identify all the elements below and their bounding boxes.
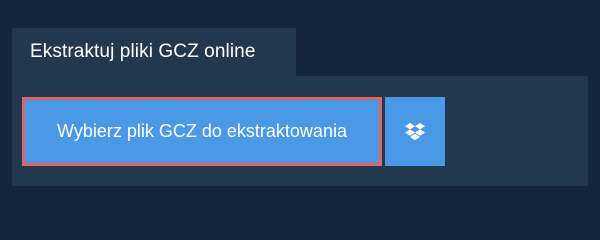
page-title: Ekstraktuj pliki GCZ online — [30, 41, 256, 62]
dropbox-button[interactable] — [385, 97, 445, 166]
tab-extract-gcz: Ekstraktuj pliki GCZ online — [12, 28, 296, 76]
dropbox-icon — [405, 122, 425, 141]
choose-file-button[interactable]: Wybierz plik GCZ do ekstraktowania — [22, 97, 382, 166]
